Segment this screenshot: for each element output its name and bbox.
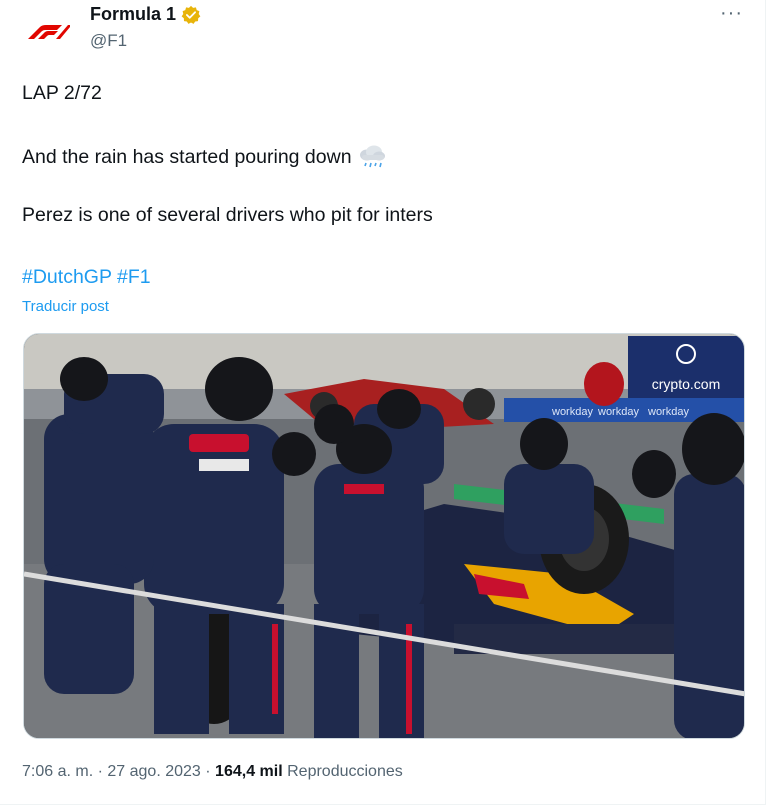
tweet-card: Formula 1 @F1 ··· LAP 2/72 And the rain … [0, 0, 766, 805]
post-line-2-row: And the rain has started pouring down [22, 144, 387, 170]
more-options-icon[interactable]: ··· [720, 2, 743, 25]
account-name[interactable]: Formula 1 [90, 4, 176, 25]
views-label: Reproducciones [287, 763, 403, 780]
hashtags-row: #DutchGP #F1 [22, 266, 151, 289]
post-time[interactable]: 7:06 a. m. [22, 763, 93, 780]
post-line-3: Perez is one of several drivers who pit … [22, 204, 433, 226]
account-handle[interactable]: @F1 [90, 31, 127, 51]
banner-text-2: workday [597, 406, 639, 418]
account-name-row: Formula 1 [90, 4, 201, 25]
avatar[interactable] [22, 6, 74, 58]
post-line-2: And the rain has started pouring down [22, 145, 352, 168]
hashtag-f1[interactable]: #F1 [117, 266, 151, 288]
meta-separator-2: · [205, 763, 211, 780]
post-date[interactable]: 27 ago. 2023 [107, 763, 200, 780]
meta-separator: · [97, 763, 103, 780]
f1-logo-icon [28, 25, 70, 39]
verified-badge-icon [181, 5, 201, 24]
banner-text-3: workday [647, 406, 689, 418]
post-meta: 7:06 a. m. · 27 ago. 2023 · 164,4 mil Re… [22, 763, 403, 781]
sponsor-logo-text: crypto.com [652, 376, 720, 392]
pit-stop-photo: crypto.com workday workday workday [24, 334, 744, 738]
hashtag-dutchgp[interactable]: #DutchGP [22, 266, 112, 288]
post-photo[interactable]: crypto.com workday workday workday [23, 333, 745, 739]
translate-post-link[interactable]: Traducir post [22, 298, 109, 315]
post-line-1: LAP 2/72 [22, 82, 102, 104]
banner-text-1: workday [551, 406, 593, 418]
cloud-with-rain-icon [359, 145, 385, 168]
views-count: 164,4 mil [215, 763, 283, 780]
